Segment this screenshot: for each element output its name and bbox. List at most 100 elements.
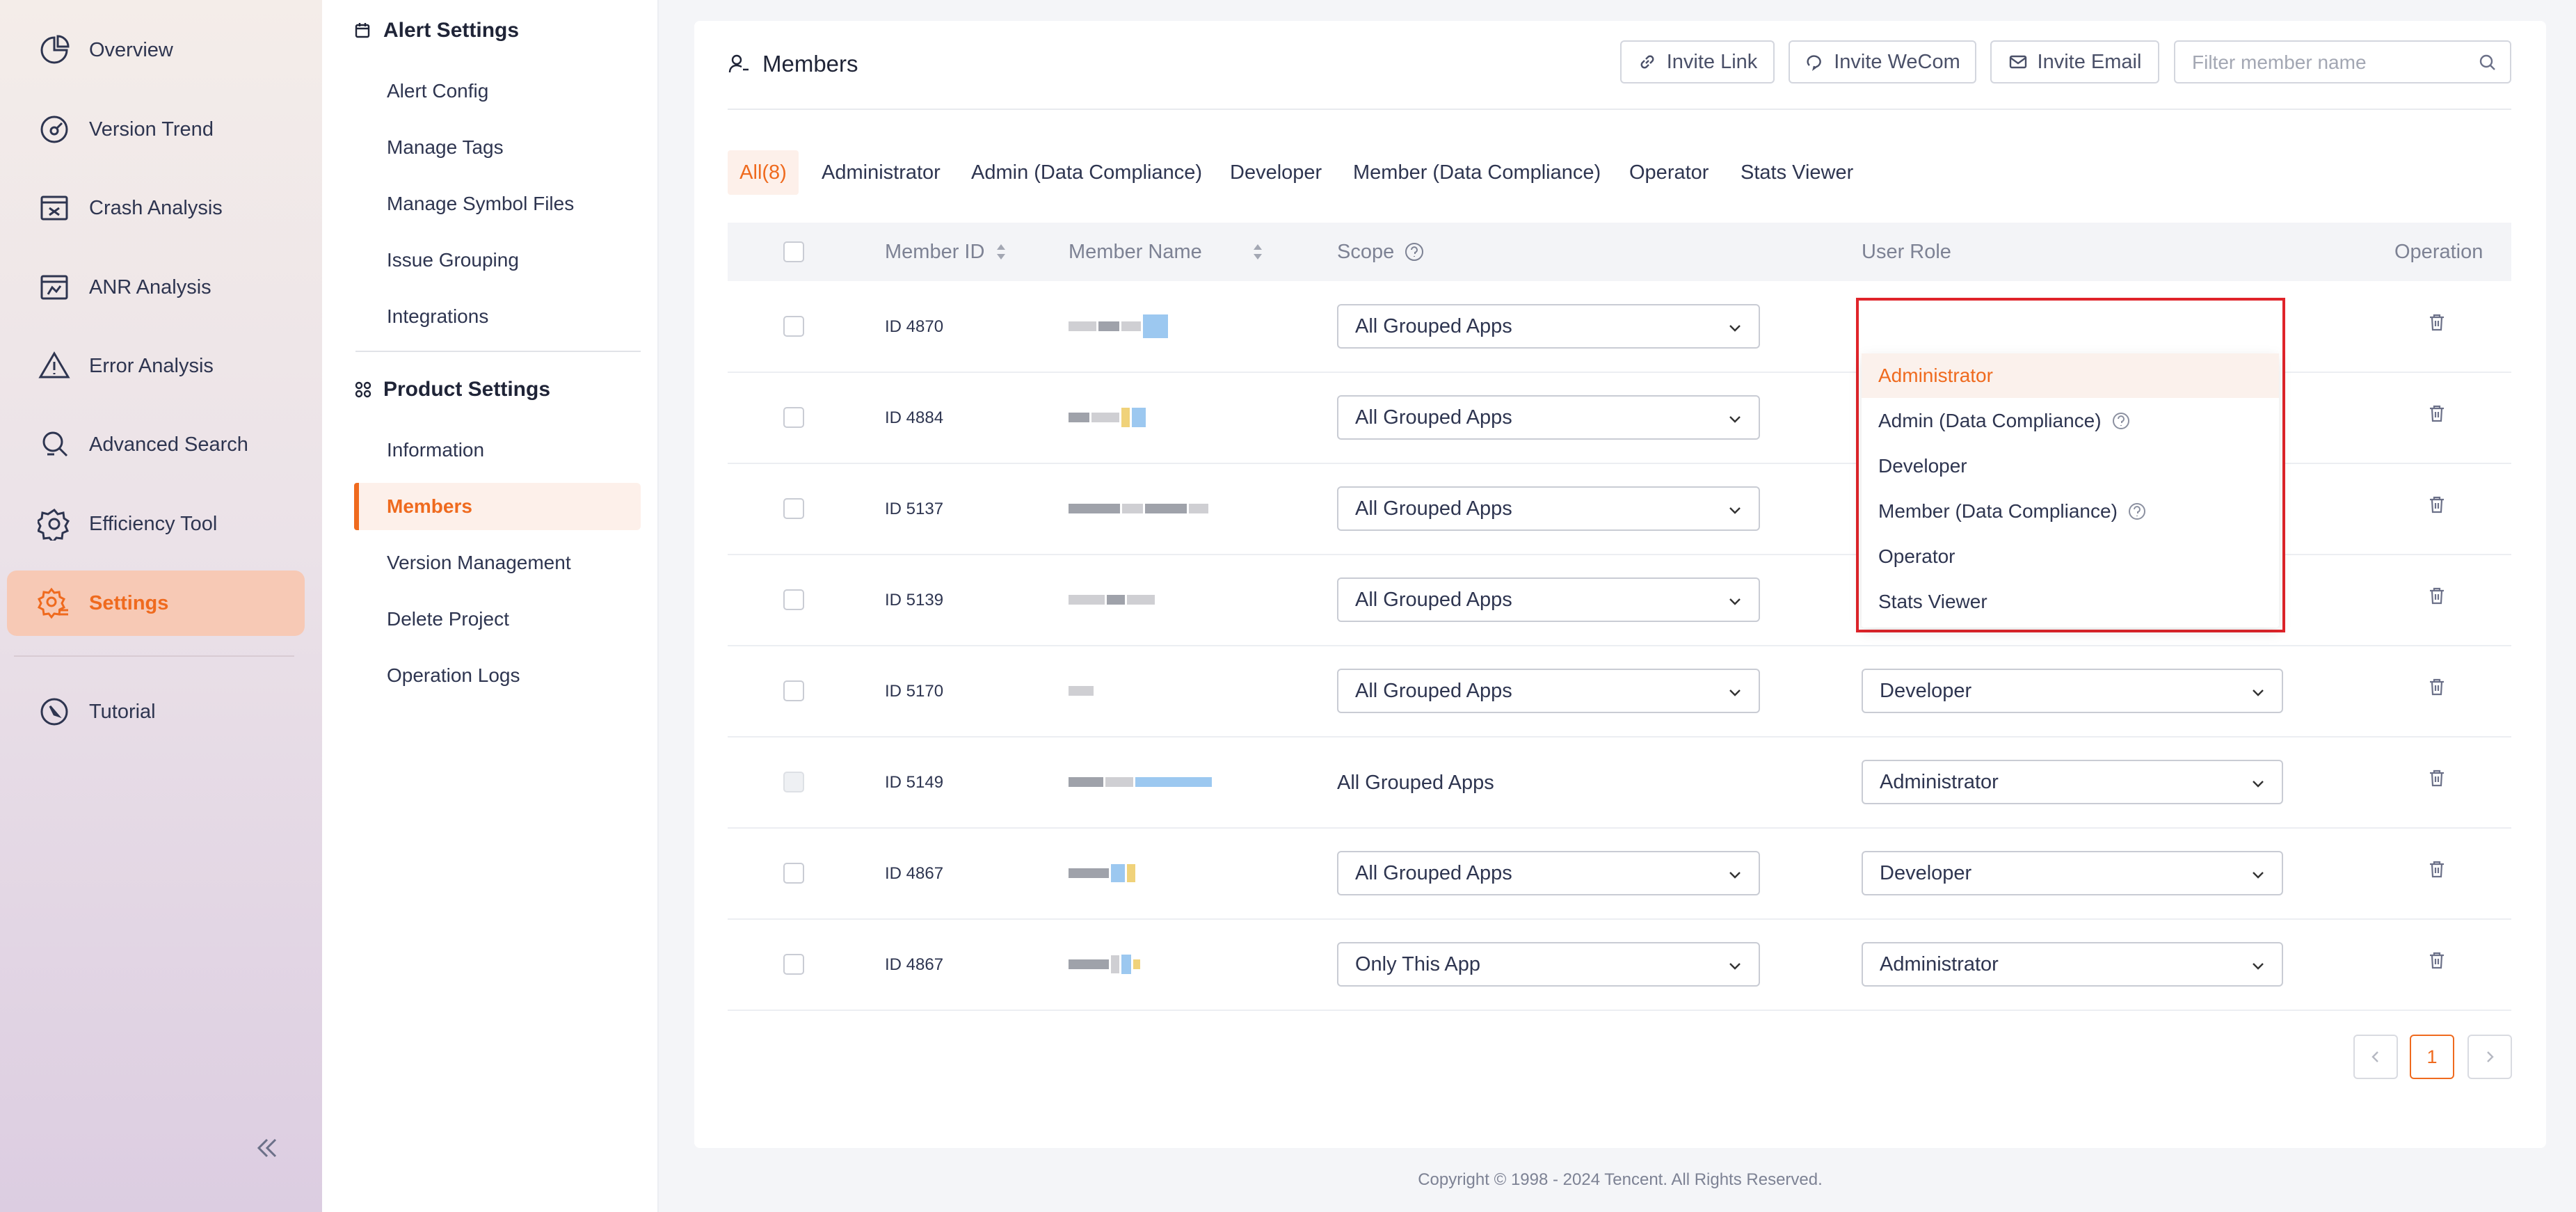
footer-copyright: Copyright © 1998 - 2024 Tencent. All Rig… — [1418, 1170, 1823, 1189]
trash-icon[interactable] — [2426, 767, 2447, 788]
sub-item-version-management[interactable]: Version Management — [387, 552, 571, 574]
col-operation: Operation — [2394, 240, 2483, 263]
nav-item-settings[interactable]: Settings — [7, 571, 305, 636]
tab-admin-data-compliance[interactable]: Admin (Data Compliance) — [971, 150, 1202, 195]
row-checkbox[interactable] — [783, 589, 804, 610]
tab-member-data-compliance[interactable]: Member (Data Compliance) — [1353, 150, 1601, 195]
sub-item-delete-project[interactable]: Delete Project — [387, 608, 509, 630]
tab-developer[interactable]: Developer — [1230, 150, 1322, 195]
scope-select[interactable]: All Grouped Apps — [1337, 395, 1760, 440]
scope-select[interactable]: Only This App — [1337, 942, 1760, 987]
row-checkbox[interactable] — [783, 863, 804, 884]
nav-item-advanced-search[interactable]: Advanced Search — [7, 412, 305, 477]
help-icon[interactable] — [1404, 241, 1425, 262]
row-checkbox[interactable] — [783, 680, 804, 701]
row-checkbox[interactable] — [783, 954, 804, 975]
sub-item-information[interactable]: Information — [387, 439, 484, 461]
row-checkbox-disabled — [783, 772, 804, 792]
next-page-button[interactable] — [2467, 1035, 2512, 1079]
select-all-checkbox[interactable] — [783, 241, 804, 262]
member-id: ID 4867 — [885, 864, 944, 883]
sub-item-alert-config[interactable]: Alert Config — [387, 80, 488, 102]
member-search — [2174, 40, 2511, 83]
scope-select[interactable]: All Grouped Apps — [1337, 486, 1760, 531]
trash-icon[interactable] — [2426, 859, 2447, 879]
tab-all[interactable]: All(8) — [728, 150, 799, 195]
role-option-administrator[interactable]: Administrator — [1862, 353, 2279, 398]
sub-item-issue-grouping[interactable]: Issue Grouping — [387, 249, 519, 271]
trash-icon[interactable] — [2426, 312, 2447, 333]
chevron-down-icon — [2253, 963, 2264, 970]
sub-item-manage-tags[interactable]: Manage Tags — [387, 136, 504, 159]
chevron-down-icon — [1729, 325, 1741, 332]
scope-select[interactable]: All Grouped Apps — [1337, 669, 1760, 713]
prev-page-button[interactable] — [2353, 1035, 2398, 1079]
row-checkbox[interactable] — [783, 407, 804, 428]
left-nav: Overview Version Trend Crash Analysis AN… — [0, 0, 322, 1212]
member-name-blurred — [1069, 496, 1210, 521]
scope-select[interactable]: All Grouped Apps — [1337, 577, 1760, 622]
tab-administrator[interactable]: Administrator — [822, 150, 941, 195]
help-icon[interactable] — [2111, 411, 2131, 431]
nav-label: Crash Analysis — [89, 196, 223, 219]
member-name-blurred — [1069, 314, 1170, 339]
role-select[interactable]: Administrator — [1862, 760, 2283, 804]
col-member-name[interactable]: Member Name — [1069, 223, 1265, 281]
sub-item-manage-symbol-files[interactable]: Manage Symbol Files — [387, 193, 574, 215]
settings-icon — [38, 587, 68, 619]
member-search-input[interactable] — [2191, 49, 2472, 77]
chevron-left-icon — [2371, 1051, 2378, 1062]
table-row: ID 4867 Only This App Administrator — [728, 919, 2511, 1011]
sub-item-members[interactable]: Members — [387, 495, 472, 518]
nav-item-overview[interactable]: Overview — [7, 17, 305, 83]
nav-label: Settings — [89, 591, 169, 614]
trash-icon[interactable] — [2426, 494, 2447, 515]
magnifier-icon — [42, 431, 68, 457]
nav-item-efficiency-tool[interactable]: Efficiency Tool — [7, 491, 305, 557]
row-checkbox[interactable] — [783, 316, 804, 337]
member-name-blurred — [1069, 405, 1148, 430]
help-icon[interactable] — [2127, 502, 2147, 521]
scope-text: All Grouped Apps — [1337, 772, 1494, 794]
tab-stats-viewer[interactable]: Stats Viewer — [1741, 150, 1853, 195]
trash-icon[interactable] — [2426, 585, 2447, 606]
role-select[interactable]: Administrator — [1862, 942, 2283, 987]
sub-item-operation-logs[interactable]: Operation Logs — [387, 664, 520, 687]
trash-icon[interactable] — [2426, 403, 2447, 424]
role-option-member-data-compliance[interactable]: Member (Data Compliance) — [1862, 489, 2279, 534]
invite-email-button[interactable]: Invite Email — [1990, 40, 2159, 83]
tab-operator[interactable]: Operator — [1629, 150, 1709, 195]
alert-settings-header: Alert Settings — [354, 17, 519, 45]
trash-icon[interactable] — [2426, 950, 2447, 971]
role-select[interactable]: Developer — [1862, 669, 2283, 713]
nav-label: Error Analysis — [89, 354, 214, 377]
member-id: ID 5170 — [885, 682, 944, 701]
invite-link-button[interactable]: Invite Link — [1620, 40, 1775, 83]
trash-icon[interactable] — [2426, 676, 2447, 697]
nav-item-tutorial[interactable]: Tutorial — [7, 679, 305, 744]
member-name-blurred — [1069, 770, 1214, 795]
nav-item-error-analysis[interactable]: Error Analysis — [7, 333, 305, 399]
nav-item-crash-analysis[interactable]: Crash Analysis — [7, 175, 305, 241]
scope-select[interactable]: All Grouped Apps — [1337, 304, 1760, 349]
col-member-id[interactable]: Member ID — [885, 223, 1008, 281]
page-1-button[interactable]: 1 — [2410, 1035, 2454, 1079]
role-select[interactable]: Developer — [1862, 851, 2283, 895]
row-checkbox[interactable] — [783, 498, 804, 519]
nav-item-anr-analysis[interactable]: ANR Analysis — [7, 255, 305, 320]
chevron-down-icon — [2253, 872, 2264, 879]
role-option-stats-viewer[interactable]: Stats Viewer — [1862, 580, 2279, 624]
role-option-admin-data-compliance[interactable]: Admin (Data Compliance) — [1862, 399, 2279, 443]
sub-item-integrations[interactable]: Integrations — [387, 305, 488, 328]
nav-item-version-trend[interactable]: Version Trend — [7, 97, 305, 162]
role-option-developer[interactable]: Developer — [1862, 444, 2279, 488]
sort-icon — [1253, 244, 1262, 260]
wecom-icon — [1807, 55, 1821, 71]
search-icon[interactable] — [2478, 53, 2497, 72]
role-option-operator[interactable]: Operator — [1862, 534, 2279, 579]
scope-select[interactable]: All Grouped Apps — [1337, 851, 1760, 895]
col-user-role: User Role — [1862, 240, 1951, 263]
member-name-blurred — [1069, 861, 1137, 886]
collapse-sidebar-icon[interactable] — [252, 1133, 282, 1163]
invite-wecom-button[interactable]: Invite WeCom — [1789, 40, 1976, 83]
